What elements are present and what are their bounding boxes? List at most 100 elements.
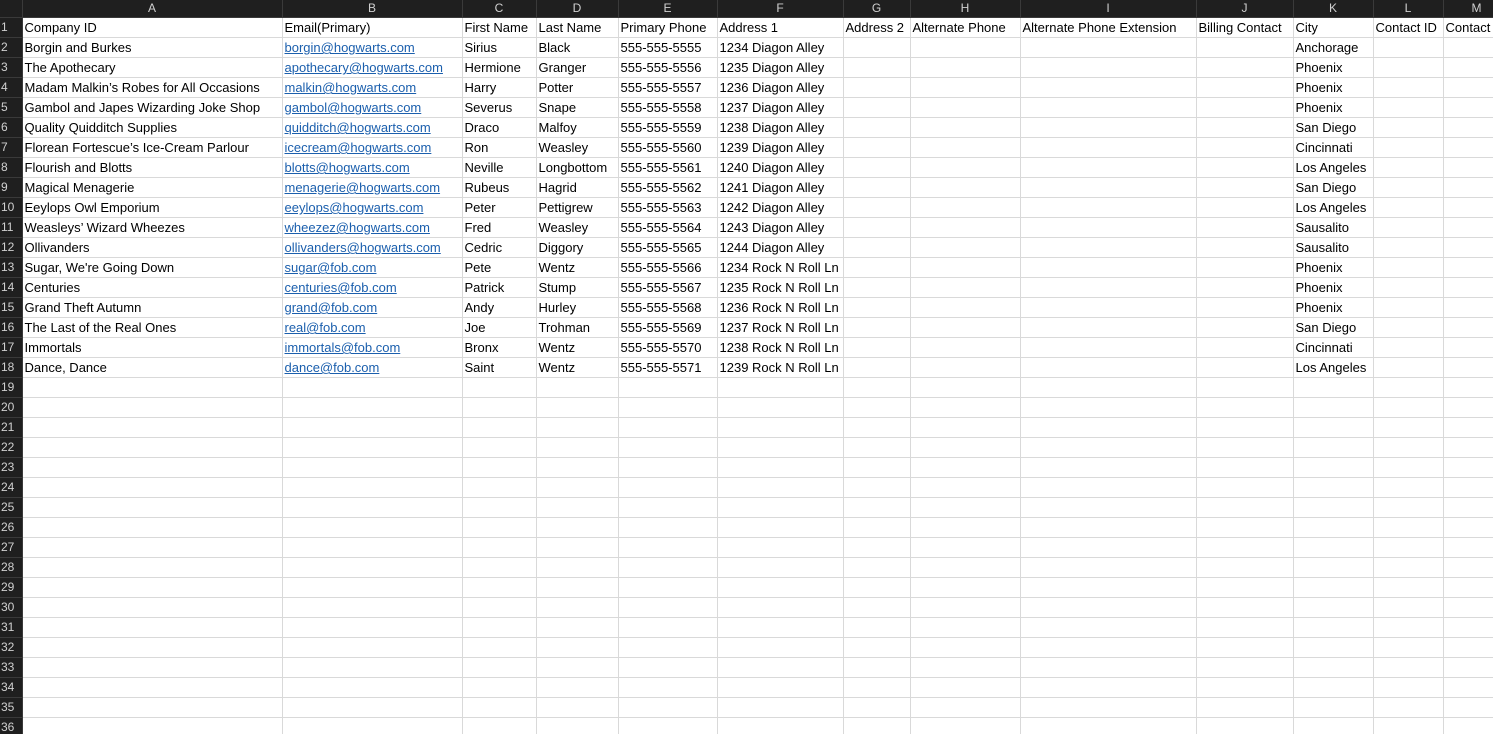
row-header[interactable]: 31 — [0, 617, 23, 638]
cell-l30[interactable] — [1373, 597, 1444, 618]
cell-l13[interactable] — [1373, 257, 1444, 278]
row-header[interactable]: 1 — [0, 17, 23, 38]
cell-h28[interactable] — [910, 557, 1021, 578]
cell-e21[interactable] — [618, 417, 718, 438]
cell-b16[interactable]: real@fob.com — [282, 317, 463, 338]
cell-a28[interactable] — [22, 557, 283, 578]
cell-b7[interactable]: icecream@hogwarts.com — [282, 137, 463, 158]
row-header[interactable]: 35 — [0, 697, 23, 718]
cell-d34[interactable] — [536, 677, 619, 698]
cell-i23[interactable] — [1020, 457, 1197, 478]
cell-a8[interactable]: Flourish and Blotts — [22, 157, 283, 178]
cell-d14[interactable]: Stump — [536, 277, 619, 298]
row-header[interactable]: 12 — [0, 237, 23, 258]
cell-g20[interactable] — [843, 397, 911, 418]
cell-i7[interactable] — [1020, 137, 1197, 158]
cell-i15[interactable] — [1020, 297, 1197, 318]
cell-g9[interactable] — [843, 177, 911, 198]
cell-m19[interactable] — [1443, 377, 1493, 398]
cell-l24[interactable] — [1373, 477, 1444, 498]
cell-k18[interactable]: Los Angeles — [1293, 357, 1374, 378]
cell-j15[interactable] — [1196, 297, 1294, 318]
cell-k28[interactable] — [1293, 557, 1374, 578]
row-header[interactable]: 19 — [0, 377, 23, 398]
cell-h19[interactable] — [910, 377, 1021, 398]
cell-c17[interactable]: Bronx — [462, 337, 537, 358]
cell-b22[interactable] — [282, 437, 463, 458]
row-header[interactable]: 36 — [0, 717, 23, 734]
cell-e2[interactable]: 555-555-5555 — [618, 37, 718, 58]
cell-b34[interactable] — [282, 677, 463, 698]
cell-i36[interactable] — [1020, 717, 1197, 734]
cell-l14[interactable] — [1373, 277, 1444, 298]
cell-d3[interactable]: Granger — [536, 57, 619, 78]
cell-b19[interactable] — [282, 377, 463, 398]
cell-m28[interactable] — [1443, 557, 1493, 578]
column-header-e[interactable]: E — [618, 0, 718, 18]
cell-f14[interactable]: 1235 Rock N Roll Ln — [717, 277, 844, 298]
cell-k10[interactable]: Los Angeles — [1293, 197, 1374, 218]
cell-b27[interactable] — [282, 537, 463, 558]
cell-f19[interactable] — [717, 377, 844, 398]
cell-a13[interactable]: Sugar, We're Going Down — [22, 257, 283, 278]
column-header-i[interactable]: I — [1020, 0, 1197, 18]
row-header[interactable]: 3 — [0, 57, 23, 78]
cell-k32[interactable] — [1293, 637, 1374, 658]
email-link[interactable]: malkin@hogwarts.com — [285, 80, 417, 95]
cell-a24[interactable] — [22, 477, 283, 498]
cell-g31[interactable] — [843, 617, 911, 638]
cell-c1[interactable]: First Name — [462, 17, 537, 38]
cell-d25[interactable] — [536, 497, 619, 518]
row-header[interactable]: 10 — [0, 197, 23, 218]
cell-k30[interactable] — [1293, 597, 1374, 618]
cell-l29[interactable] — [1373, 577, 1444, 598]
cell-i18[interactable] — [1020, 357, 1197, 378]
cell-c9[interactable]: Rubeus — [462, 177, 537, 198]
email-link[interactable]: blotts@hogwarts.com — [285, 160, 410, 175]
cell-j9[interactable] — [1196, 177, 1294, 198]
cell-l17[interactable] — [1373, 337, 1444, 358]
cell-a33[interactable] — [22, 657, 283, 678]
cell-c34[interactable] — [462, 677, 537, 698]
cell-e18[interactable]: 555-555-5571 — [618, 357, 718, 378]
cell-e24[interactable] — [618, 477, 718, 498]
cell-h8[interactable] — [910, 157, 1021, 178]
cell-e3[interactable]: 555-555-5556 — [618, 57, 718, 78]
row-header[interactable]: 32 — [0, 637, 23, 658]
cell-m1[interactable]: Contact — [1443, 17, 1493, 38]
cell-f25[interactable] — [717, 497, 844, 518]
cell-l4[interactable] — [1373, 77, 1444, 98]
cell-m33[interactable] — [1443, 657, 1493, 678]
cell-j22[interactable] — [1196, 437, 1294, 458]
cell-h33[interactable] — [910, 657, 1021, 678]
cell-g34[interactable] — [843, 677, 911, 698]
cell-h17[interactable] — [910, 337, 1021, 358]
cell-b20[interactable] — [282, 397, 463, 418]
column-header-a[interactable]: A — [22, 0, 283, 18]
cell-g6[interactable] — [843, 117, 911, 138]
cell-l22[interactable] — [1373, 437, 1444, 458]
cell-e6[interactable]: 555-555-5559 — [618, 117, 718, 138]
cell-f24[interactable] — [717, 477, 844, 498]
cell-a5[interactable]: Gambol and Japes Wizarding Joke Shop — [22, 97, 283, 118]
cell-k12[interactable]: Sausalito — [1293, 237, 1374, 258]
cell-k25[interactable] — [1293, 497, 1374, 518]
cell-m15[interactable] — [1443, 297, 1493, 318]
cell-k21[interactable] — [1293, 417, 1374, 438]
cell-e26[interactable] — [618, 517, 718, 538]
cell-b32[interactable] — [282, 637, 463, 658]
cell-f16[interactable]: 1237 Rock N Roll Ln — [717, 317, 844, 338]
email-link[interactable]: eeylops@hogwarts.com — [285, 200, 424, 215]
email-link[interactable]: menagerie@hogwarts.com — [285, 180, 441, 195]
row-header[interactable]: 33 — [0, 657, 23, 678]
cell-h9[interactable] — [910, 177, 1021, 198]
cell-l27[interactable] — [1373, 537, 1444, 558]
cell-b3[interactable]: apothecary@hogwarts.com — [282, 57, 463, 78]
cell-c27[interactable] — [462, 537, 537, 558]
cell-f8[interactable]: 1240 Diagon Alley — [717, 157, 844, 178]
cell-g30[interactable] — [843, 597, 911, 618]
cell-j34[interactable] — [1196, 677, 1294, 698]
cell-i13[interactable] — [1020, 257, 1197, 278]
cell-k8[interactable]: Los Angeles — [1293, 157, 1374, 178]
cell-a18[interactable]: Dance, Dance — [22, 357, 283, 378]
